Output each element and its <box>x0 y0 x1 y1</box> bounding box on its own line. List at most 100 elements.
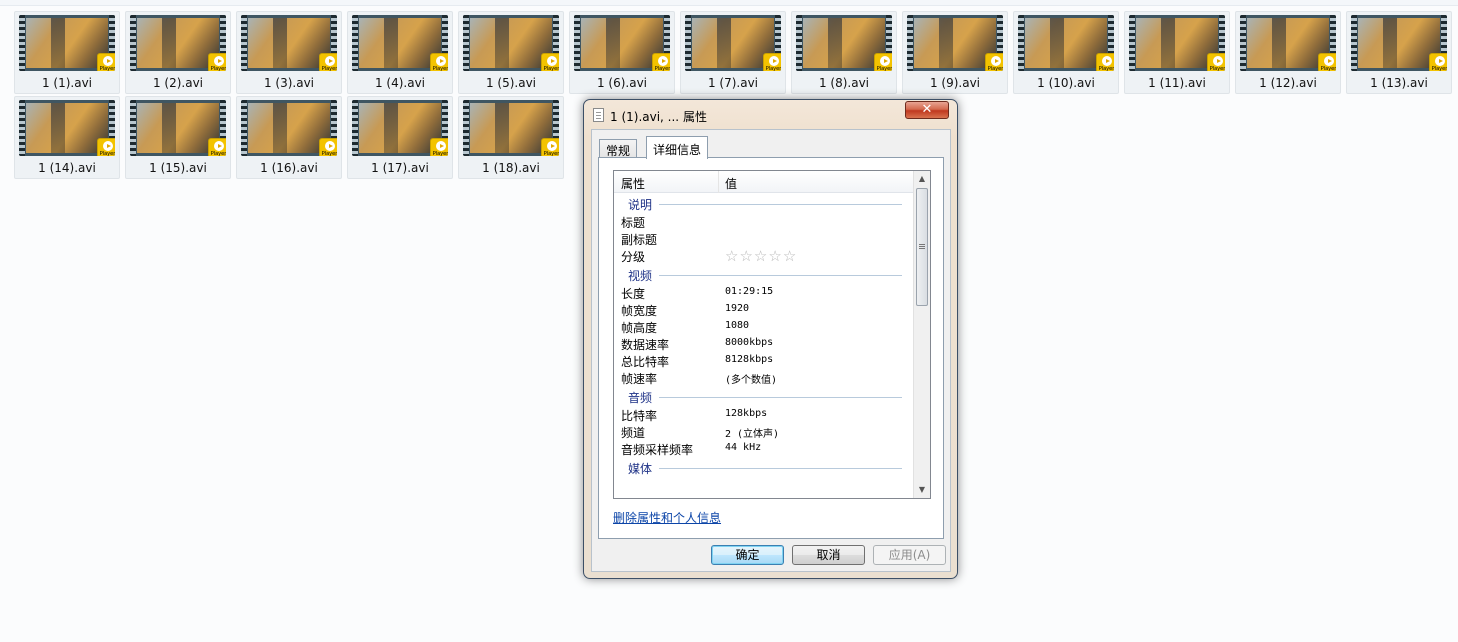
file-item[interactable]: Player 1 (12).avi <box>1235 11 1341 94</box>
file-item[interactable]: Player 1 (8).avi <box>791 11 897 94</box>
property-value[interactable]: 01:29:15 <box>725 286 773 297</box>
video-thumbnail: Player <box>685 15 781 71</box>
film-perforation <box>1240 15 1246 71</box>
property-value[interactable]: 44 kHz <box>725 442 761 453</box>
star-icon[interactable]: ☆ <box>783 247 797 265</box>
file-item[interactable]: Player 1 (16).avi <box>236 96 342 179</box>
video-thumbnail: Player <box>1240 15 1336 71</box>
property-key: 帧宽度 <box>621 304 658 318</box>
play-icon <box>213 141 224 151</box>
video-thumbnail: Player <box>130 15 226 71</box>
play-icon <box>102 56 113 66</box>
property-row[interactable]: 帧高度 1080 <box>614 318 914 335</box>
film-perforation <box>352 100 358 156</box>
property-value[interactable]: 2 (立体声) <box>725 425 779 440</box>
thumbnail-scene <box>26 18 108 68</box>
ok-button[interactable]: 确定 <box>711 545 784 565</box>
explorer-window: Player 1 (1).avi Player 1 (2).avi Player 1 (3… <box>0 0 1458 642</box>
file-item[interactable]: Player 1 (18).avi <box>458 96 564 179</box>
badge-label: Player <box>765 66 781 71</box>
thumbnail-scene <box>1025 18 1107 68</box>
property-row[interactable]: 数据速率 8000kbps <box>614 335 914 352</box>
file-name: 1 (8).avi <box>818 76 870 90</box>
star-icon[interactable]: ☆ <box>754 247 768 265</box>
file-item[interactable]: Player 1 (14).avi <box>14 96 120 179</box>
player-icon: Player <box>763 53 781 71</box>
file-name: 1 (16).avi <box>260 161 318 175</box>
apply-button[interactable]: 应用(A) <box>873 545 946 565</box>
property-value[interactable]: 8000kbps <box>725 337 773 348</box>
file-item[interactable]: Player 1 (2).avi <box>125 11 231 94</box>
property-row[interactable]: 频道 2 (立体声) <box>614 423 914 440</box>
file-item[interactable]: Player 1 (15).avi <box>125 96 231 179</box>
property-row[interactable]: 副标题 <box>614 230 914 247</box>
column-property[interactable]: 属性 <box>621 175 645 192</box>
thumbnail-scene <box>692 18 774 68</box>
remove-properties-link[interactable]: 删除属性和个人信息 <box>613 509 721 526</box>
rating-stars[interactable]: ☆☆☆☆☆ <box>725 247 797 265</box>
property-value[interactable]: 1080 <box>725 320 749 331</box>
file-item[interactable]: Player 1 (9).avi <box>902 11 1008 94</box>
property-row[interactable]: 音频采样频率 44 kHz <box>614 440 914 457</box>
tab-general[interactable]: 常规 <box>599 139 638 158</box>
file-name: 1 (10).avi <box>1037 76 1095 90</box>
badge-label: Player <box>432 66 448 71</box>
film-perforation <box>463 15 469 71</box>
details-panel: 属性 值 说明 标题 副标题 分级 ☆☆☆☆☆ 视频 长度 01:29:15 帧… <box>598 157 944 539</box>
film-perforation <box>19 100 25 156</box>
file-item[interactable]: Player 1 (17).avi <box>347 96 453 179</box>
video-thumbnail: Player <box>574 15 670 71</box>
file-item[interactable]: Player 1 (3).avi <box>236 11 342 94</box>
property-row[interactable]: 比特率 128kbps <box>614 406 914 423</box>
file-name: 1 (5).avi <box>485 76 537 90</box>
property-key: 音频采样频率 <box>621 443 694 457</box>
file-name: 1 (4).avi <box>374 76 426 90</box>
file-item[interactable]: Player 1 (7).avi <box>680 11 786 94</box>
star-icon[interactable]: ☆ <box>768 247 782 265</box>
thumbnail-scene <box>470 103 552 153</box>
play-icon <box>102 141 113 151</box>
play-icon <box>546 141 557 151</box>
property-list[interactable]: 属性 值 说明 标题 副标题 分级 ☆☆☆☆☆ 视频 长度 01:29:15 帧… <box>613 170 931 499</box>
film-perforation <box>130 15 136 71</box>
scroll-down-arrow-icon[interactable]: ▼ <box>914 482 930 498</box>
file-item[interactable]: Player 1 (10).avi <box>1013 11 1119 94</box>
tab-details[interactable]: 详细信息 <box>646 136 709 159</box>
scroll-thumb[interactable] <box>916 188 928 306</box>
star-icon[interactable]: ☆ <box>725 247 739 265</box>
file-item[interactable]: Player 1 (6).avi <box>569 11 675 94</box>
file-item[interactable]: Player 1 (11).avi <box>1124 11 1230 94</box>
list-header: 属性 值 <box>614 171 914 193</box>
file-item[interactable]: Player 1 (13).avi <box>1346 11 1452 94</box>
scroll-up-arrow-icon[interactable]: ▲ <box>914 171 930 187</box>
property-row[interactable]: 标题 <box>614 213 914 230</box>
property-row[interactable]: 帧速率 (多个数值) <box>614 369 914 386</box>
vertical-scrollbar[interactable]: ▲ ▼ <box>913 171 930 498</box>
column-value[interactable]: 值 <box>725 175 737 192</box>
play-icon <box>990 56 1001 66</box>
cancel-button[interactable]: 取消 <box>792 545 865 565</box>
star-icon[interactable]: ☆ <box>739 247 753 265</box>
property-value[interactable]: (多个数值) <box>725 371 777 386</box>
file-item[interactable]: Player 1 (4).avi <box>347 11 453 94</box>
property-key: 数据速率 <box>621 338 670 352</box>
player-icon: Player <box>208 53 226 71</box>
property-value[interactable]: 128kbps <box>725 408 767 419</box>
thumbnail-scene <box>1358 18 1440 68</box>
video-thumbnail: Player <box>19 15 115 71</box>
player-icon: Player <box>874 53 892 71</box>
property-row-rating[interactable]: 分级 ☆☆☆☆☆ <box>614 247 914 265</box>
property-row[interactable]: 总比特率 8128kbps <box>614 352 914 369</box>
column-divider[interactable] <box>718 171 719 193</box>
group-divider <box>659 468 902 469</box>
property-value[interactable]: 1920 <box>725 303 749 314</box>
property-row[interactable]: 长度 01:29:15 <box>614 284 914 301</box>
file-item[interactable]: Player 1 (1).avi <box>14 11 120 94</box>
play-icon <box>435 56 446 66</box>
property-row[interactable]: 帧宽度 1920 <box>614 301 914 318</box>
player-icon: Player <box>541 53 559 71</box>
close-button[interactable]: ✕ <box>905 101 949 119</box>
property-value[interactable]: 8128kbps <box>725 354 773 365</box>
file-item[interactable]: Player 1 (5).avi <box>458 11 564 94</box>
thumbnail-scene <box>248 103 330 153</box>
